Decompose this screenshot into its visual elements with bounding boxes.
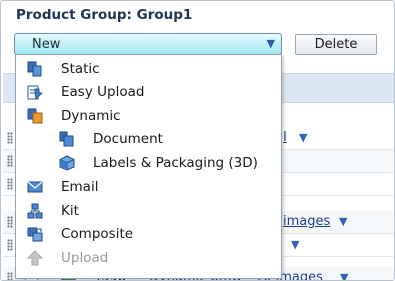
upload-arrow-icon (27, 250, 43, 266)
kit-icon (27, 203, 43, 219)
row-menu-arrow-icon[interactable]: ▼ (339, 215, 347, 228)
menu-item-dynamic[interactable]: Dynamic (16, 105, 281, 127)
menu-item-label: Email (61, 179, 99, 195)
package-3d-icon (59, 155, 75, 171)
menu-item-easy-upload[interactable]: Easy Upload (16, 81, 281, 103)
new-product-dropdown-menu: Static Easy Upload Dynamic Document Labe… (15, 54, 282, 279)
drag-handle-icon[interactable] (7, 155, 13, 167)
dynamic-icon (27, 108, 43, 124)
menu-item-label: Upload (61, 250, 109, 266)
new-product-select[interactable]: New ▼ (14, 33, 282, 55)
document-icon (59, 131, 75, 147)
menu-item-label: Easy Upload (61, 84, 145, 100)
drag-handle-icon[interactable] (7, 132, 13, 144)
delete-button[interactable]: Delete (295, 34, 377, 55)
menu-item-static[interactable]: Static (16, 58, 281, 80)
drag-handle-icon[interactable] (7, 239, 13, 251)
drag-handle-icon[interactable] (7, 216, 13, 228)
row-menu-arrow-icon[interactable]: ▼ (291, 238, 299, 251)
menu-item-label: Dynamic (61, 108, 121, 124)
menu-item-composite[interactable]: Composite (16, 223, 281, 245)
row-name-link[interactable]: images (283, 214, 330, 229)
drag-handle-icon[interactable] (7, 178, 13, 190)
email-icon (27, 179, 43, 195)
page-title: Product Group: Group1 (16, 7, 193, 23)
easy-upload-icon (27, 84, 43, 100)
menu-item-document[interactable]: Document (16, 128, 281, 150)
menu-item-label: Kit (61, 203, 79, 219)
static-icon (27, 61, 43, 77)
menu-item-label: Labels & Packaging (3D) (93, 155, 258, 171)
menu-item-upload: Upload (16, 247, 281, 269)
new-select-value: New (32, 37, 61, 52)
menu-item-email[interactable]: Email (16, 176, 281, 198)
drag-handle-icon[interactable] (7, 272, 13, 280)
menu-item-labels-packaging[interactable]: Labels & Packaging (3D) (16, 152, 281, 174)
row-menu-arrow-icon[interactable]: ▼ (299, 131, 307, 144)
menu-item-kit[interactable]: Kit (16, 200, 281, 222)
chevron-down-icon[interactable]: ▼ (267, 37, 275, 50)
row-name-link[interactable]: I (283, 130, 287, 145)
composite-icon (27, 226, 43, 242)
menu-item-label: Static (61, 61, 100, 77)
product-group-panel: Product Group: Group1 New ▼ Delete I ▼ i… (0, 0, 395, 281)
menu-item-label: Document (93, 131, 163, 147)
menu-item-label: Composite (61, 226, 134, 242)
row-menu-arrow-icon[interactable]: ▼ (340, 271, 348, 280)
